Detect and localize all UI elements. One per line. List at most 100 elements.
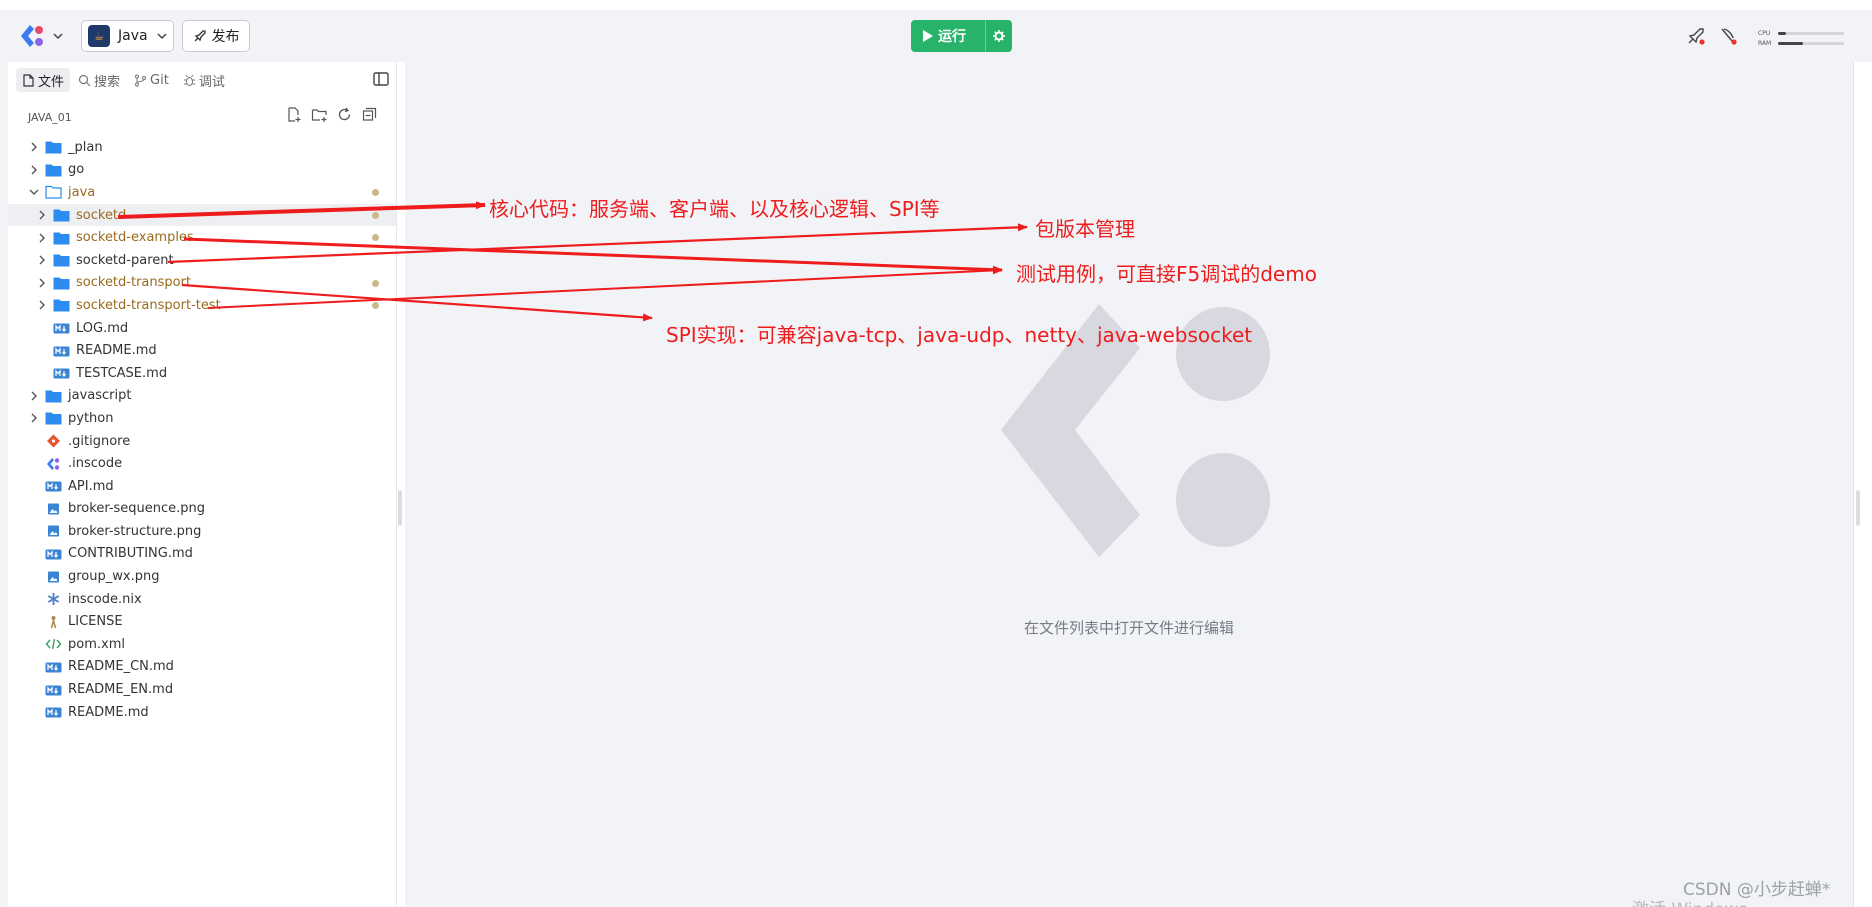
publish-button[interactable]: 发布 [182, 20, 250, 52]
chevron-right-icon[interactable] [36, 299, 48, 311]
chevron-right-icon[interactable] [28, 390, 40, 402]
tree-item-label: .gitignore [68, 433, 131, 449]
top-toolbar: ☕ Java 发布 运行 CPU RAM [0, 10, 1872, 62]
inscode-logo-icon[interactable] [18, 22, 46, 50]
tab-label: 文件 [38, 74, 65, 90]
tree-file-row[interactable]: API.md [8, 475, 396, 498]
chevron-right-icon[interactable] [36, 277, 48, 289]
tree-file-row[interactable]: README.md [8, 339, 396, 362]
tree-folder-row[interactable]: go [8, 159, 396, 182]
folder-icon [53, 209, 70, 222]
annotation-version: 包版本管理 [1035, 217, 1135, 241]
new-file-icon[interactable] [286, 106, 303, 123]
tree-item-label: group_wx.png [68, 569, 160, 585]
tree-folder-row[interactable]: socketd-transport [8, 272, 396, 295]
tree-folder-row[interactable]: javascript [8, 385, 396, 408]
markdown-icon [53, 346, 70, 357]
chevron-down-icon[interactable] [28, 186, 40, 198]
tree-item-label: socketd-parent [76, 252, 174, 268]
language-selector[interactable]: ☕ Java [81, 20, 174, 52]
tree-folder-row[interactable]: socketd-transport-test [8, 294, 396, 317]
modified-dot [372, 279, 379, 287]
tree-file-row[interactable]: CONTRIBUTING.md [8, 543, 396, 566]
tab-label: 调试 [198, 74, 225, 90]
tree-file-row[interactable]: README_EN.md [8, 678, 396, 701]
java-icon: ☕ [88, 25, 110, 47]
inscode-file-icon [47, 457, 60, 470]
tree-folder-row[interactable]: java [8, 181, 396, 204]
tree-item-label: socketd-examples [76, 230, 194, 246]
chevron-right-icon[interactable] [36, 254, 48, 266]
tree-item-label: python [68, 410, 114, 426]
sidebar-tabs: 文件 搜索 Git 调试 [16, 66, 231, 94]
tree-item-label: README_CN.md [68, 659, 174, 675]
folder-open-icon [45, 186, 62, 200]
tree-file-row[interactable]: TESTCASE.md [8, 362, 396, 385]
chevron-down-icon[interactable] [52, 30, 64, 42]
tree-folder-row[interactable]: socketd-parent [8, 249, 396, 272]
tree-file-row[interactable]: .inscode [8, 452, 396, 475]
modified-dot [372, 189, 379, 197]
tree-item-label: socketd-transport-test [76, 297, 221, 313]
deploy-rocket-icon[interactable] [1686, 26, 1706, 46]
markdown-icon [45, 707, 62, 718]
tree-file-row[interactable]: README.md [8, 701, 396, 724]
annotation-spi: SPI实现：可兼容java-tcp、java-udp、netty、java-we… [666, 323, 1253, 347]
tree-file-row[interactable]: README_CN.md [8, 656, 396, 679]
tab-files[interactable]: 文件 [16, 68, 71, 92]
tree-item-label: javascript [68, 388, 132, 404]
tab-debug[interactable]: 调试 [177, 68, 231, 92]
sidebar-resize-handle[interactable] [398, 490, 402, 526]
collapse-all-icon[interactable] [361, 106, 378, 123]
tree-item-label: go [68, 162, 85, 178]
folder-icon [45, 412, 62, 425]
right-panel-resize-handle[interactable] [1856, 490, 1860, 526]
tree-file-row[interactable]: broker-structure.png [8, 520, 396, 543]
folder-icon [53, 232, 70, 245]
image-file-icon [48, 503, 59, 515]
tree-item-label: broker-structure.png [68, 523, 202, 539]
tree-item-label: inscode.nix [68, 591, 142, 607]
gear-icon [993, 30, 1005, 42]
tree-item-label: socketd [76, 207, 127, 223]
run-label: 运行 [938, 29, 966, 45]
run-settings-button[interactable] [985, 20, 1012, 52]
chevron-right-icon[interactable] [36, 209, 48, 221]
tree-file-row[interactable]: LICENSE [8, 610, 396, 633]
tree-item-label: LOG.md [76, 320, 129, 336]
tree-file-row[interactable]: inscode.nix [8, 588, 396, 611]
tree-folder-row[interactable]: python [8, 407, 396, 430]
inscode-watermark-icon [1001, 304, 1270, 557]
chevron-right-icon[interactable] [36, 232, 48, 244]
network-off-icon[interactable] [1718, 26, 1738, 46]
file-tree: _plango java socketd socketd-examples socket… [8, 136, 396, 723]
tree-file-row[interactable]: broker-sequence.png [8, 498, 396, 521]
explorer-actions [286, 106, 378, 123]
tree-file-row[interactable]: LOG.md [8, 317, 396, 340]
chevron-right-icon[interactable] [28, 164, 40, 176]
run-main-button[interactable]: 运行 [911, 20, 985, 52]
refresh-icon[interactable] [336, 106, 353, 123]
run-button[interactable]: 运行 [911, 20, 1012, 52]
tree-item-label: LICENSE [68, 614, 123, 630]
tree-file-row[interactable]: .gitignore [8, 430, 396, 453]
license-file-icon [50, 615, 57, 628]
tab-search[interactable]: 搜索 [72, 68, 126, 92]
tree-folder-row[interactable]: socketd [8, 203, 396, 227]
chevron-right-icon[interactable] [28, 141, 40, 153]
empty-editor-hint: 在文件列表中打开文件进行编辑 [1023, 619, 1234, 637]
language-label: Java [118, 28, 148, 44]
folder-icon [53, 254, 70, 267]
tab-git[interactable]: Git [128, 68, 175, 92]
tree-folder-row[interactable]: _plan [8, 136, 396, 159]
annotation-core: 核心代码：服务端、客户端、以及核心逻辑、SPI等 [489, 197, 940, 221]
sidebar-toggle-icon[interactable] [372, 70, 390, 88]
tree-item-label: pom.xml [68, 636, 125, 652]
tree-folder-row[interactable]: socketd-examples [8, 226, 396, 249]
chevron-right-icon[interactable] [28, 412, 40, 424]
bug-icon [183, 74, 195, 86]
new-folder-icon[interactable] [311, 106, 328, 123]
tree-file-row[interactable]: pom.xml [8, 633, 396, 656]
tree-file-row[interactable]: group_wx.png [8, 565, 396, 588]
git-branch-icon [135, 74, 147, 86]
